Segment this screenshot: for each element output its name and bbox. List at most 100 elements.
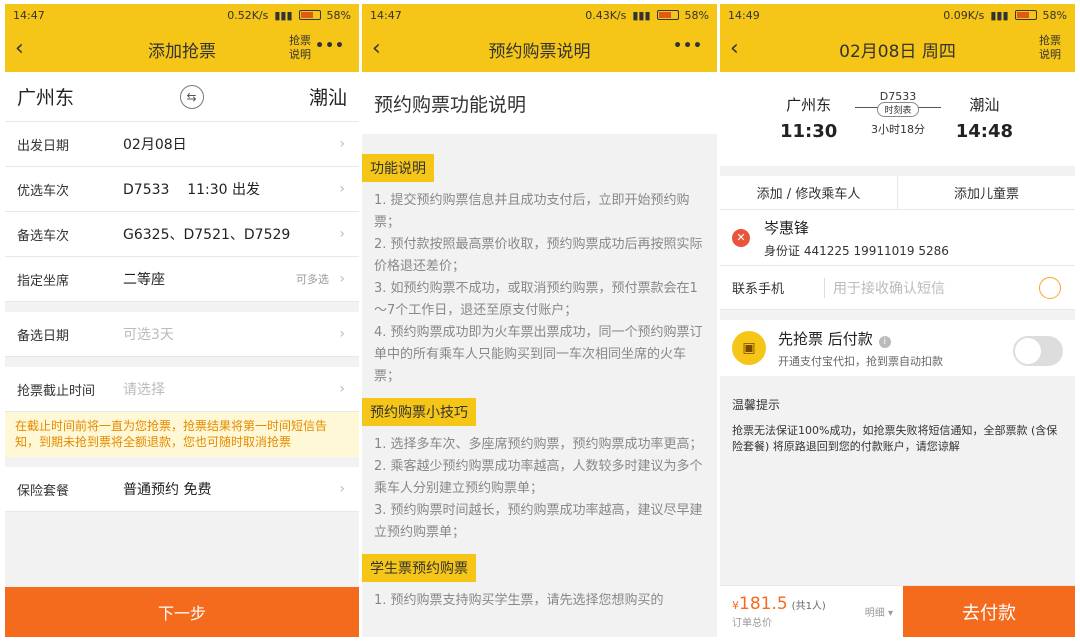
timetable-button[interactable]: 时刻表 [877, 102, 919, 117]
price-summary: ¥181.5 (共1人) 订单总价 明细 ▾ [720, 586, 903, 637]
battery-level: 58% [684, 8, 709, 22]
order-confirm-screen: 14:49 0.09K/s ▮▮▮ 58% ‹ 02月08日 周四 抢票 说明 广州东… [720, 4, 1075, 637]
duration: 3小时18分 [871, 123, 925, 136]
row-label: 备选车次 [17, 228, 70, 244]
chevron-right-icon: › [339, 226, 345, 242]
tips-body: 抢票无法保证100%成功，如抢票失败将短信通知，全部票款 (含保险套餐) 将原路… [732, 424, 1058, 453]
chevron-right-icon: › [339, 481, 345, 497]
booking-guide-screen: 14:47 0.43K/s ▮▮▮ 58% ‹ 预约购票说明 ••• 预约购票功能说… [362, 4, 717, 637]
phone-label: 联系手机 [732, 282, 785, 297]
chevron-right-icon: › [339, 326, 345, 342]
network-speed: 0.09K/s [943, 8, 985, 22]
contact-icon[interactable] [1039, 276, 1061, 299]
price-detail-toggle[interactable]: 明细 ▾ [865, 604, 893, 619]
back-icon[interactable]: ‹ [730, 36, 739, 61]
row-value: D7533 11:30 出发 [123, 182, 261, 198]
to-time: 14:48 [955, 121, 1013, 142]
from-time: 11:30 [780, 121, 838, 142]
total-price: 181.5 [739, 594, 788, 614]
section-title: 预约购票小技巧 [362, 398, 476, 426]
pay-later-title: 先抢票 后付款 [778, 329, 873, 348]
multi-select-hint: 可多选 [296, 273, 329, 286]
passenger-count: (共1人) [791, 601, 826, 612]
more-icon[interactable]: ••• [673, 38, 703, 54]
guide-item: 3. 预约购票时间越长，预约购票成功率越高，建议尽早建立预约购票单； [374, 503, 703, 540]
battery-icon [1014, 10, 1037, 20]
from-station: 广州东 [786, 96, 832, 114]
network-speed: 0.52K/s [227, 8, 269, 22]
passenger-id: 身份证 441225 19911019 5286 [764, 243, 949, 258]
seat-class-row[interactable]: 指定坐席 二等座 可多选 › [5, 257, 359, 302]
nav-bar: ‹ 02月08日 周四 抢票 说明 [720, 26, 1075, 72]
remove-icon[interactable]: ✕ [732, 228, 750, 247]
chevron-right-icon: › [339, 381, 345, 397]
swap-icon[interactable]: ⇆ [179, 84, 204, 109]
guide-item: 2. 乘客越少预约购票成功率越高，人数较多时建议为多个乘车人分别建立预约购票单； [374, 459, 703, 496]
status-time: 14:47 [370, 8, 402, 22]
guide-item: 2. 预付款按照最高票价收取，预约购票成功后再按照实际价格退还差价； [374, 237, 703, 274]
grab-help-link[interactable]: 抢票 说明 [1039, 34, 1061, 62]
departure: 广州东 11:30 [780, 94, 837, 142]
section-body: 1. 选择多车次、多座席预约购票，预约购票成功率更高； 2. 乘客越少预约购票成… [362, 434, 717, 544]
grab-notice: 在截止时间前将一直为您抢票，抢票结果将第一时间短信告知，到期未抢到票将全额退款，… [5, 412, 359, 457]
contact-phone-row: 联系手机 用于接收确认短信 [720, 266, 1075, 310]
row-label: 保险套餐 [17, 483, 70, 499]
status-bar: 14:47 0.43K/s ▮▮▮ 58% [362, 4, 717, 26]
guide-item: 4. 预约购票成功即为火车票出票成功，同一个预约购票订单中的所有乘车人只能购买到… [374, 325, 703, 384]
insurance-row[interactable]: 保险套餐 普通预约 免费 › [5, 467, 359, 512]
screenshot-collage: 14:47 0.52K/s ▮▮▮ 58% ‹ 添加抢票 抢票 说明 ••• 广州东 … [0, 0, 1080, 641]
battery-icon [298, 10, 321, 20]
passenger-actions: 添加 / 修改乘车人 添加儿童票 [720, 166, 1075, 210]
tips: 温馨提示 抢票无法保证100%成功，如抢票失败将短信通知，全部票款 (含保险套餐… [720, 376, 1075, 455]
pay-later-toggle[interactable] [1013, 336, 1063, 366]
back-icon[interactable]: ‹ [372, 36, 381, 61]
row-value: G6325、D7521、D7529 [123, 227, 291, 243]
section-body: 1. 预约购票支持购买学生票，请先选择您想购买的 [362, 590, 717, 612]
battery-level: 58% [326, 8, 351, 22]
row-label: 指定坐席 [17, 273, 70, 289]
battery-icon [656, 10, 679, 20]
add-child-ticket-button[interactable]: 添加儿童票 [898, 176, 1075, 209]
guide-content: 功能说明 1. 提交预约购票信息并且成功支付后，立即开始预约购票； 2. 预付款… [362, 134, 717, 612]
currency: ¥ [732, 599, 739, 612]
alternate-date-row[interactable]: 备选日期 可选3天 › [5, 312, 359, 357]
route-selector: 广州东 ⇆ 潮汕 [5, 72, 359, 122]
row-label: 备选日期 [17, 328, 70, 344]
page-title: 02月08日 周四 [839, 41, 956, 62]
deadline-row[interactable]: 抢票截止时间 请选择 › [5, 367, 359, 412]
add-grab-ticket-screen: 14:47 0.52K/s ▮▮▮ 58% ‹ 添加抢票 抢票 说明 ••• 广州东 … [5, 4, 359, 637]
from-city[interactable]: 广州东 [17, 83, 74, 110]
page-title: 添加抢票 [148, 41, 216, 62]
pay-button[interactable]: 去付款 [903, 586, 1075, 637]
add-passenger-button[interactable]: 添加 / 修改乘车人 [720, 176, 898, 209]
row-value: 02月08日 [123, 137, 187, 153]
page-title: 预约购票说明 [488, 41, 591, 62]
back-icon[interactable]: ‹ [15, 36, 24, 61]
trip-summary: 广州东 11:30 D7533 时刻表 3小时18分 潮汕 14:48 [720, 72, 1075, 166]
status-bar: 14:49 0.09K/s ▮▮▮ 58% [720, 4, 1075, 26]
row-label: 抢票截止时间 [17, 383, 96, 399]
info-icon[interactable]: i [878, 335, 891, 348]
preferred-train-row[interactable]: 优选车次 D7533 11:30 出发 › [5, 167, 359, 212]
chevron-right-icon: › [339, 271, 345, 287]
departure-date-row[interactable]: 出发日期 02月08日 › [5, 122, 359, 167]
phone-input[interactable]: 用于接收确认短信 [824, 277, 945, 298]
status-bar: 14:47 0.52K/s ▮▮▮ 58% [5, 4, 359, 26]
pay-later-option: ▣ 先抢票 后付款 i 开通支付宝代扣，抢到票自动扣款 [720, 310, 1075, 376]
chevron-right-icon: › [339, 181, 345, 197]
more-icon[interactable]: ••• [315, 38, 345, 54]
arrival: 潮汕 14:48 [956, 94, 1013, 142]
to-city[interactable]: 潮汕 [309, 83, 347, 110]
guide-item: 1. 预约购票支持购买学生票，请先选择您想购买的 [374, 593, 664, 608]
next-button[interactable]: 下一步 [5, 587, 359, 637]
grab-help-link[interactable]: 抢票 说明 [289, 34, 311, 62]
row-label: 优选车次 [17, 183, 70, 199]
train-info: D7533 时刻表 3小时18分 [855, 90, 941, 137]
pay-later-desc: 开通支付宝代扣，抢到票自动扣款 [778, 354, 943, 368]
alternate-trains-row[interactable]: 备选车次 G6325、D7521、D7529 › [5, 212, 359, 257]
nav-bar: ‹ 预约购票说明 ••• [362, 26, 717, 72]
section-title: 功能说明 [362, 154, 434, 182]
network-speed: 0.43K/s [585, 8, 627, 22]
signal-icon: ▮▮▮ [274, 8, 293, 22]
battery-level: 58% [1042, 8, 1067, 22]
